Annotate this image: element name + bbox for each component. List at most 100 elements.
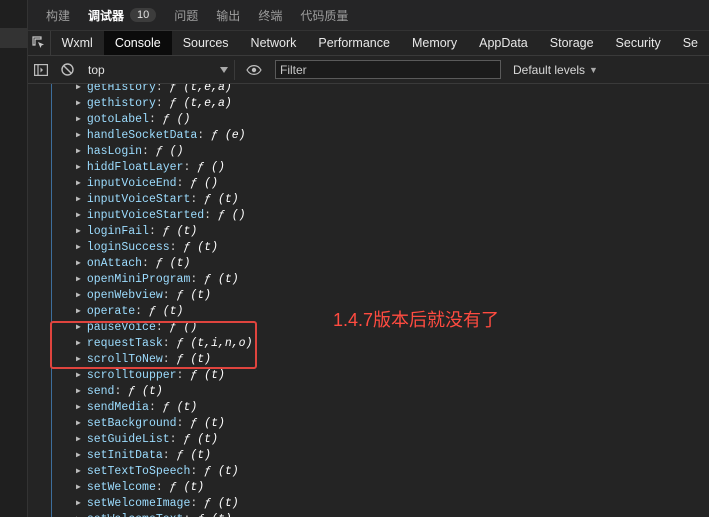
expand-triangle-icon[interactable]: ▶ [76, 259, 81, 268]
expand-triangle-icon[interactable]: ▶ [76, 291, 81, 300]
filter-input[interactable] [275, 60, 501, 79]
property-value: ƒ (t) [183, 433, 218, 446]
property-key: scrolltoupper [86, 369, 177, 382]
property-separator: : [155, 97, 170, 110]
expand-triangle-icon[interactable]: ▶ [76, 307, 81, 316]
tab-code-quality[interactable]: 代码质量 [300, 7, 348, 24]
expand-triangle-icon[interactable]: ▶ [76, 99, 81, 108]
chevron-down-icon: ▼ [589, 64, 598, 75]
left-gutter [0, 0, 28, 517]
devtools-tab-wxml[interactable]: Wxml [51, 31, 104, 55]
expand-triangle-icon[interactable]: ▶ [76, 499, 81, 508]
property-row[interactable]: ▶ inputVoiceEnd: ƒ () [76, 176, 218, 192]
property-value: ƒ () [217, 209, 246, 222]
property-row[interactable]: ▶ loginFail: ƒ (t) [76, 224, 197, 240]
property-row[interactable]: ▶ openMiniProgram: ƒ (t) [76, 272, 239, 288]
devtools-tabs: Wxml Console Sources Network Performance… [28, 31, 709, 56]
tab-build[interactable]: 构建 [46, 7, 70, 24]
expand-triangle-icon[interactable]: ▶ [76, 147, 81, 156]
log-levels-dropdown[interactable]: Default levels ▼ [513, 63, 598, 77]
devtools-tab-console[interactable]: Console [103, 31, 172, 55]
expand-triangle-icon[interactable]: ▶ [76, 131, 81, 140]
devtools-tab-appdata[interactable]: AppData [468, 31, 539, 55]
devtools-tab-network[interactable]: Network [240, 31, 308, 55]
property-row[interactable]: ▶ setTextToSpeech: ƒ (t) [76, 464, 239, 480]
tab-debugger[interactable]: 调试器 10 [88, 7, 157, 24]
property-row[interactable]: ▶ openWebview: ƒ (t) [76, 288, 211, 304]
annotation-text: 1.4.7版本后就没有了 [333, 310, 500, 330]
expand-triangle-icon[interactable]: ▶ [76, 84, 81, 92]
devtools-tab-security[interactable]: Security [605, 31, 672, 55]
property-row[interactable]: ▶ hiddFloatLayer: ƒ () [76, 160, 225, 176]
property-row[interactable]: ▶ setBackground: ƒ (t) [76, 416, 225, 432]
property-row[interactable]: ▶ sendMedia: ƒ (t) [76, 400, 197, 416]
expand-triangle-icon[interactable]: ▶ [76, 211, 81, 220]
property-key: inputVoiceStarted [86, 209, 205, 222]
expand-triangle-icon[interactable]: ▶ [76, 387, 81, 396]
property-row[interactable]: ▶ setWelcome: ƒ (t) [76, 480, 204, 496]
inspect-element-button[interactable] [28, 31, 51, 55]
property-row[interactable]: ▶ gotoLabel: ƒ () [76, 112, 190, 128]
property-key: openWebview [86, 289, 163, 302]
property-key: onAttach [86, 257, 143, 270]
context-select[interactable]: top [84, 59, 235, 80]
property-row[interactable]: ▶ setInitData: ƒ (t) [76, 448, 211, 464]
property-separator: : [183, 161, 198, 174]
devtools-tab-performance[interactable]: Performance [307, 31, 401, 55]
expand-triangle-icon[interactable]: ▶ [76, 467, 81, 476]
property-separator: : [155, 84, 170, 94]
devtools-tab-overflow[interactable]: Se [672, 31, 709, 55]
property-key: setBackground [86, 417, 177, 430]
property-row[interactable]: ▶ handleSocketData: ƒ (e) [76, 128, 246, 144]
property-row[interactable]: ▶ send: ƒ (t) [76, 384, 163, 400]
property-row[interactable]: ▶ inputVoiceStart: ƒ (t) [76, 192, 239, 208]
property-row[interactable]: ▶ setGuideList: ƒ (t) [76, 432, 218, 448]
property-row[interactable]: ▶ loginSuccess: ƒ (t) [76, 240, 218, 256]
expand-triangle-icon[interactable]: ▶ [76, 243, 81, 252]
expand-triangle-icon[interactable]: ▶ [76, 435, 81, 444]
property-row[interactable]: ▶ inputVoiceStarted: ƒ () [76, 208, 246, 224]
property-row[interactable]: ▶ operate: ƒ (t) [76, 304, 183, 320]
tab-problems[interactable]: 问题 [174, 7, 198, 24]
expand-triangle-icon[interactable]: ▶ [76, 115, 81, 124]
property-separator: : [142, 257, 156, 270]
expand-triangle-icon[interactable]: ▶ [76, 179, 81, 188]
expand-triangle-icon[interactable]: ▶ [76, 163, 81, 172]
property-key: hasLogin [86, 145, 143, 158]
property-key: handleSocketData [86, 129, 198, 142]
expand-triangle-icon[interactable]: ▶ [76, 403, 81, 412]
expand-triangle-icon[interactable]: ▶ [76, 419, 81, 428]
property-row[interactable]: ▶ onAttach: ƒ (t) [76, 256, 190, 272]
tab-output[interactable]: 输出 [216, 7, 240, 24]
property-separator: : [176, 417, 191, 430]
expand-triangle-icon[interactable]: ▶ [76, 483, 81, 492]
property-key: inputVoiceStart [86, 193, 191, 206]
live-expression-button[interactable] [241, 57, 267, 83]
devtools-tab-memory[interactable]: Memory [401, 31, 468, 55]
expand-triangle-icon[interactable]: ▶ [76, 275, 81, 284]
expand-triangle-icon[interactable]: ▶ [76, 227, 81, 236]
clear-console-button[interactable] [54, 57, 80, 83]
property-row[interactable]: ▶ hasLogin: ƒ () [76, 144, 183, 160]
property-separator: : [148, 401, 163, 414]
property-value: ƒ (t) [204, 273, 239, 286]
tab-terminal[interactable]: 终端 [258, 7, 282, 24]
property-row[interactable]: ▶setWelcomeText: ƒ (t) [76, 512, 232, 517]
expand-triangle-icon[interactable]: ▶ [76, 451, 81, 460]
property-row[interactable]: ▶ gethistory: ƒ (t,e,a) [76, 96, 232, 112]
toggle-sidebar-button[interactable] [28, 57, 54, 83]
expand-triangle-icon[interactable]: ▶ [76, 195, 81, 204]
property-separator: : [190, 193, 205, 206]
property-separator: : [190, 465, 205, 478]
debugger-count-badge: 10 [130, 8, 157, 22]
property-row[interactable]: ▶ setWelcomeImage: ƒ (t) [76, 496, 239, 512]
property-row[interactable]: ▶ scrolltoupper: ƒ (t) [76, 368, 225, 384]
expand-triangle-icon[interactable]: ▶ [76, 371, 81, 380]
console-output[interactable]: ▶ getHistory: ƒ (t,e,a) ▶ gethistory: ƒ (t,… [28, 84, 709, 517]
property-separator: : [190, 273, 205, 286]
property-value: ƒ (t) [176, 449, 212, 462]
property-row[interactable]: ▶ getHistory: ƒ (t,e,a) [76, 84, 232, 96]
devtools-tab-storage[interactable]: Storage [539, 31, 605, 55]
property-key: sendMedia [86, 401, 149, 414]
devtools-tab-sources[interactable]: Sources [172, 31, 240, 55]
